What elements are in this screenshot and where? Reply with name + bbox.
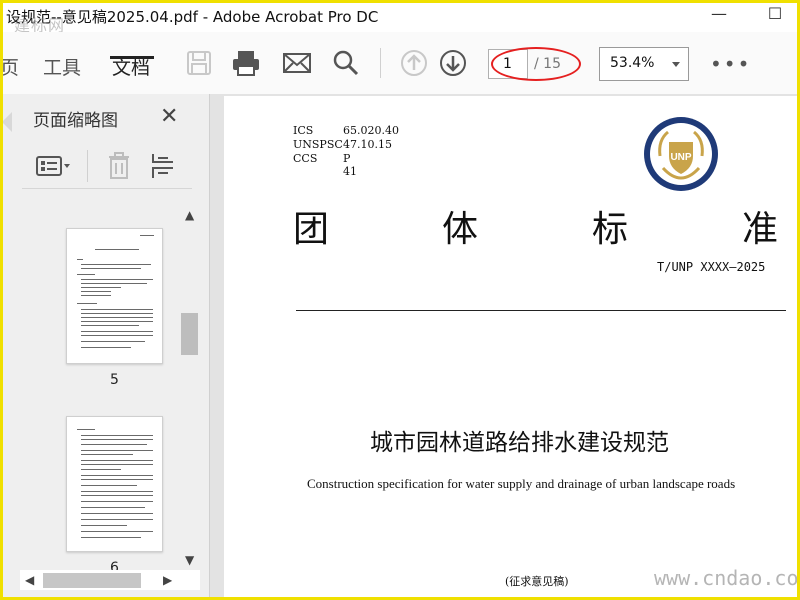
delete-icon[interactable] (104, 152, 134, 180)
panel-toolbar (22, 144, 192, 189)
prev-page-icon[interactable] (398, 47, 430, 79)
maximize-button[interactable]: ☐ (760, 4, 790, 26)
search-icon[interactable] (330, 47, 362, 79)
meta-value: 65.020.40 (343, 124, 399, 137)
thumbnail-page-number: 5 (110, 372, 119, 388)
annotation-circle (491, 47, 581, 81)
header-rule (296, 310, 786, 311)
logo-text: UNP (670, 152, 691, 163)
thumbnail-vertical-scrollbar[interactable] (180, 206, 200, 568)
next-page-icon[interactable] (437, 47, 469, 79)
standard-number: T/UNP XXXX—2025 (657, 260, 766, 274)
tab-home[interactable]: 页 (0, 53, 19, 80)
more-tools-button[interactable]: ••• (710, 52, 751, 76)
site-watermark: www.cndao.com (654, 566, 800, 590)
print-icon[interactable] (230, 47, 262, 79)
meta-ccs: CCS P 41 (293, 152, 357, 178)
scroll-left-icon[interactable]: ◀ (25, 573, 34, 587)
meta-key: UNSPSC (293, 138, 343, 151)
page-thumbnail-5[interactable] (66, 228, 163, 364)
thumbnail-options-icon[interactable] (34, 152, 74, 180)
meta-ics: ICS 65.020.40 (293, 124, 399, 137)
document-title: 城市园林道路给排水建设规范 (370, 430, 669, 456)
panel-title: 页面缩略图 (33, 111, 118, 131)
title-bar: 设规范--意见稿2025.04.pdf - Adobe Acrobat Pro … (0, 0, 800, 35)
minimize-button[interactable]: — (704, 4, 734, 26)
active-tab-indicator (110, 56, 154, 59)
heading-char: 团 (293, 209, 330, 250)
meta-value: 47.10.15 (343, 138, 392, 151)
meta-key: CCS (293, 152, 318, 165)
zoom-value: 53.4% (610, 55, 655, 71)
save-icon[interactable] (183, 47, 215, 79)
panel-separator (87, 150, 88, 182)
horizontal-scroll-thumb[interactable] (43, 573, 141, 588)
chevron-down-icon (672, 62, 680, 67)
draft-label: (征求意见稿) (505, 575, 569, 588)
mail-icon[interactable] (281, 47, 313, 79)
scroll-down-icon[interactable]: ▼ (185, 553, 194, 567)
toolbar-separator (380, 48, 381, 78)
panel-pointer (2, 112, 12, 132)
meta-unspsc: UNSPSC 47.10.15 (293, 138, 392, 151)
heading-char: 体 (442, 209, 479, 250)
insert-pages-icon[interactable] (148, 152, 178, 180)
heading-char: 准 (742, 209, 779, 250)
vertical-scroll-thumb[interactable] (181, 313, 198, 355)
meta-key: ICS (293, 124, 314, 137)
page-thumbnail-6[interactable] (66, 416, 163, 552)
document-subtitle: Construction specification for water sup… (307, 476, 736, 491)
unp-logo: UNP (638, 112, 724, 196)
scroll-up-icon[interactable]: ▲ (185, 208, 194, 222)
meta-value: P 41 (343, 152, 357, 178)
heading-char: 标 (592, 209, 629, 250)
scroll-right-icon[interactable]: ▶ (163, 573, 172, 587)
close-icon[interactable]: ✕ (160, 104, 178, 129)
zoom-select[interactable]: 53.4% (599, 47, 689, 81)
tab-tools[interactable]: 工具 (43, 53, 81, 80)
